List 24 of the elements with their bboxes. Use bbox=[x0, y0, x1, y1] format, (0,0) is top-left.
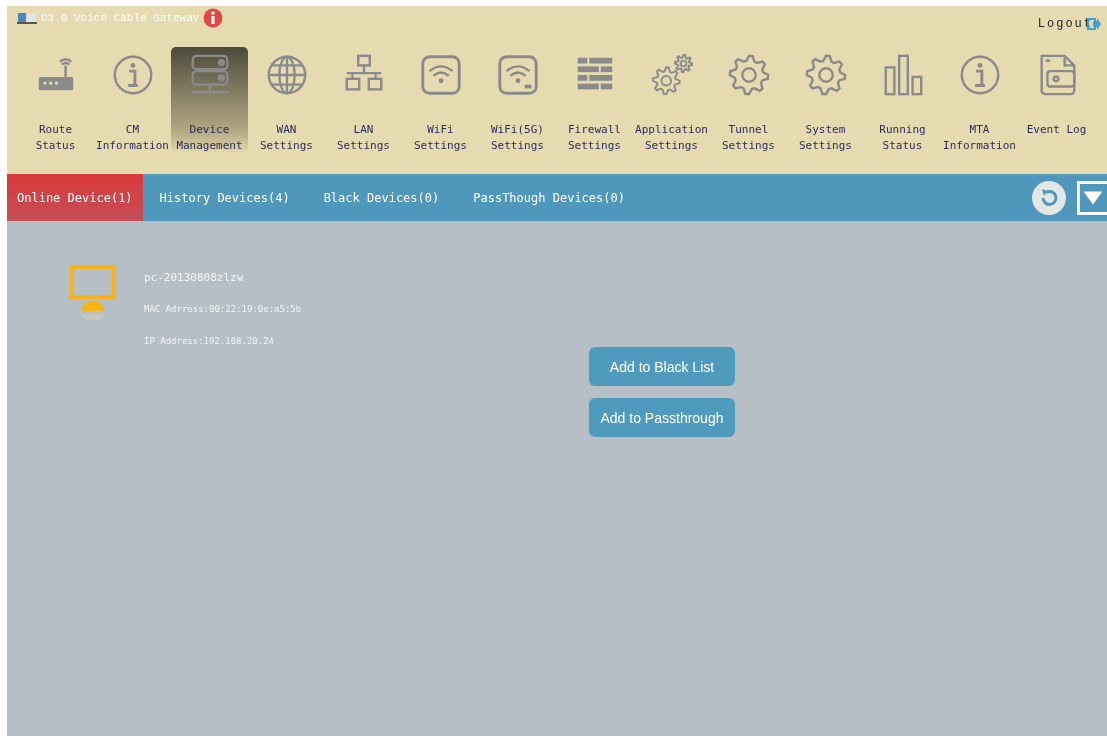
nav-item[interactable]: Event Log bbox=[1018, 47, 1095, 154]
nav-item[interactable]: Tunnel Settings bbox=[710, 47, 787, 154]
nav-item[interactable]: Firewall Settings bbox=[556, 47, 633, 154]
device-name: pc-20130808zlzw bbox=[144, 270, 245, 285]
nav-item[interactable]: LAN Settings bbox=[325, 47, 402, 154]
monitor-icon bbox=[70, 265, 116, 321]
nav-item[interactable]: WAN Settings bbox=[248, 47, 325, 154]
app-title: D3.0 Voice Cable Gateway bbox=[41, 12, 200, 24]
nav-item[interactable]: Route Status bbox=[17, 47, 94, 154]
dropdown-icon[interactable] bbox=[1077, 180, 1107, 215]
nav-item[interactable]: Running Status bbox=[864, 47, 941, 154]
nav-item[interactable]: Application Settings bbox=[633, 47, 710, 154]
nav-item[interactable]: System Settings bbox=[787, 47, 864, 154]
book-icon bbox=[17, 12, 37, 24]
nav-item[interactable]: WiFi(5G) Settings bbox=[479, 47, 556, 154]
nav-item[interactable]: WiFi Settings bbox=[402, 47, 479, 154]
tab[interactable]: Online Device(1) bbox=[7, 174, 143, 221]
mac-address: MAC Adrress:00:22:19:0e:a5:5b bbox=[144, 303, 302, 316]
ip-address: IP Address:192.168.20.24 bbox=[144, 335, 276, 348]
nav-item[interactable]: MTA Information bbox=[941, 47, 1018, 154]
info-icon bbox=[203, 8, 224, 28]
nav-item[interactable]: Device Management bbox=[171, 47, 248, 154]
nav-item[interactable]: CM Information bbox=[94, 47, 171, 154]
refresh-icon[interactable] bbox=[1032, 180, 1066, 215]
